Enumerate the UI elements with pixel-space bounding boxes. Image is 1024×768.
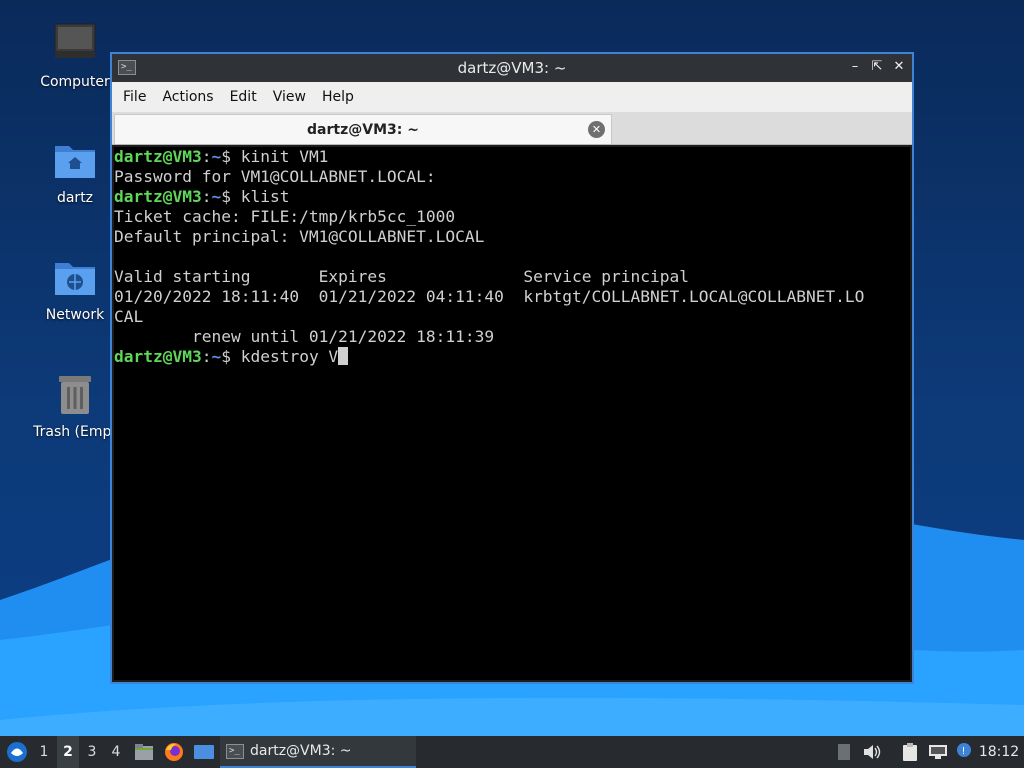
trash-icon [52,372,98,418]
prompt-user: dartz@VM3 [114,187,202,206]
computer-icon [52,22,98,68]
menu-view[interactable]: View [268,89,317,105]
minimize-button[interactable]: – [848,58,862,76]
prompt-path: ~ [211,187,222,206]
firefox-launcher[interactable] [161,736,187,768]
maximize-button[interactable]: ⇱ [870,58,884,76]
terminal-app-icon: >_ [226,743,244,759]
terminal-output-line: renew until 01/21/2022 18:11:39 [114,327,495,346]
home-folder-icon [52,138,98,184]
prompt-user: dartz@VM3 [114,347,202,366]
tab-close-icon[interactable]: ✕ [588,121,605,138]
file-manager-launcher[interactable] [132,736,156,768]
updates-icon[interactable]: ! [952,736,976,768]
terminal-output-line: CAL [114,307,144,326]
workspace-3[interactable]: 3 [81,736,103,768]
prompt-symbol: $ [221,347,241,366]
terminal-command: klist [240,187,290,206]
terminal-app-icon: >_ [118,60,136,75]
tab-bar: dartz@VM3: ~ ✕ [112,112,912,145]
app-menu-button[interactable] [4,736,30,768]
terminal-output-line: 01/20/2022 18:11:40 01/21/2022 04:11:40 … [114,287,865,306]
menu-bar: File Actions Edit View Help [112,82,912,112]
window-title: dartz@VM3: ~ [457,59,567,77]
network-folder-icon [52,255,98,301]
tray-arrow-icon[interactable] [834,736,854,768]
terminal-cursor [338,347,349,365]
prompt-path: ~ [211,347,222,366]
window-titlebar[interactable]: >_ dartz@VM3: ~ – ⇱ ✕ [112,54,912,82]
clock[interactable]: 18:12 [978,736,1020,768]
terminal-output-line: Password for VM1@COLLABNET.LOCAL: [114,167,436,186]
prompt-path: ~ [211,147,222,166]
menu-edit[interactable]: Edit [225,89,268,105]
prompt-separator: : [201,347,212,366]
desktop-icon [194,745,214,759]
lubuntu-logo-icon [7,742,27,762]
terminal-prompt-line: dartz@VM3:~$ klist [114,187,910,207]
terminal-output-line: Ticket cache: FILE:/tmp/krb5cc_1000 [114,207,456,226]
terminal-command: kdestroy V [240,347,339,366]
prompt-symbol: $ [221,187,241,206]
close-window-button[interactable]: ✕ [892,58,906,76]
desktop: Computer dartz Network Trash (Empt >_ da… [0,0,1024,736]
clipboard-icon[interactable] [898,736,922,768]
volume-icon[interactable] [860,736,884,768]
terminal-prompt-line: dartz@VM3:~$ kdestroy V [114,347,910,367]
terminal-output-line: Valid starting Expires Service principal [114,267,689,286]
prompt-symbol: $ [221,147,241,166]
svg-text:!: ! [962,746,966,757]
show-desktop-button[interactable] [191,736,217,768]
taskbar-window-entry[interactable]: >_ dartz@VM3: ~ [220,736,416,768]
workspace-2[interactable]: 2 [57,736,79,768]
menu-file[interactable]: File [118,89,157,105]
menu-actions[interactable]: Actions [157,89,224,105]
tab-title: dartz@VM3: ~ [307,121,419,138]
terminal-output[interactable]: dartz@VM3:~$ kinit VM1 Password for VM1@C… [114,147,910,680]
menu-help[interactable]: Help [317,89,365,105]
network-status-icon[interactable] [926,736,950,768]
workspace-1[interactable]: 1 [33,736,55,768]
terminal-command: kinit VM1 [240,147,329,166]
terminal-window: >_ dartz@VM3: ~ – ⇱ ✕ File Actions Edit … [110,52,914,684]
terminal-output-line: Default principal: VM1@COLLABNET.LOCAL [114,227,485,246]
workspace-4[interactable]: 4 [105,736,127,768]
prompt-separator: : [201,187,212,206]
tab-terminal[interactable]: dartz@VM3: ~ ✕ [114,114,612,144]
firefox-icon [165,743,183,761]
file-manager-icon [135,744,153,760]
prompt-separator: : [201,147,212,166]
taskbar-window-title: dartz@VM3: ~ [250,743,352,759]
prompt-user: dartz@VM3 [114,147,202,166]
taskbar: 1 2 3 4 >_ dartz@VM3: ~ ! 18:12 [0,736,1024,768]
terminal-prompt-line: dartz@VM3:~$ kinit VM1 [114,147,910,167]
